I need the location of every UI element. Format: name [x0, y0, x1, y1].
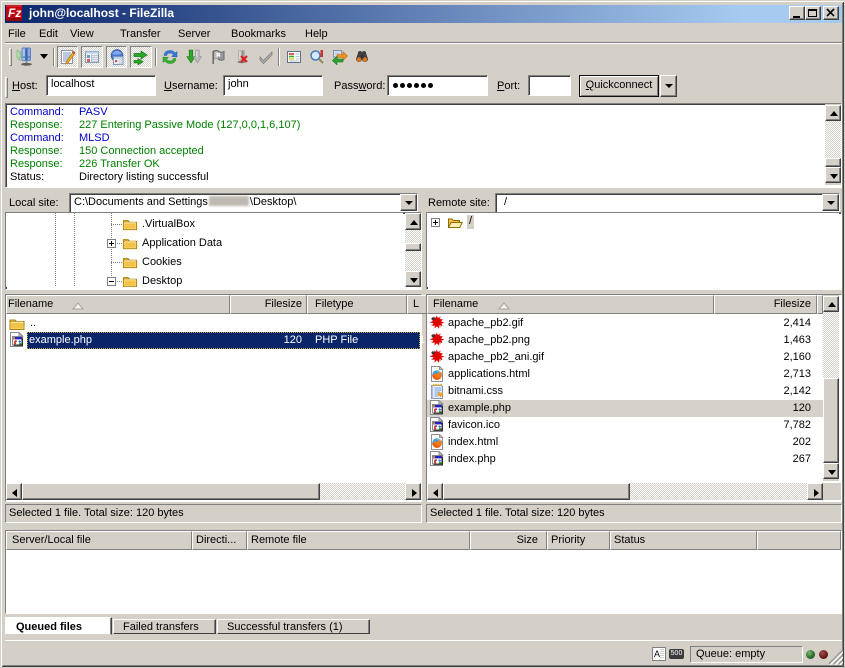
svg-text:A: A	[654, 649, 660, 659]
svg-text:Fz: Fz	[8, 6, 21, 20]
